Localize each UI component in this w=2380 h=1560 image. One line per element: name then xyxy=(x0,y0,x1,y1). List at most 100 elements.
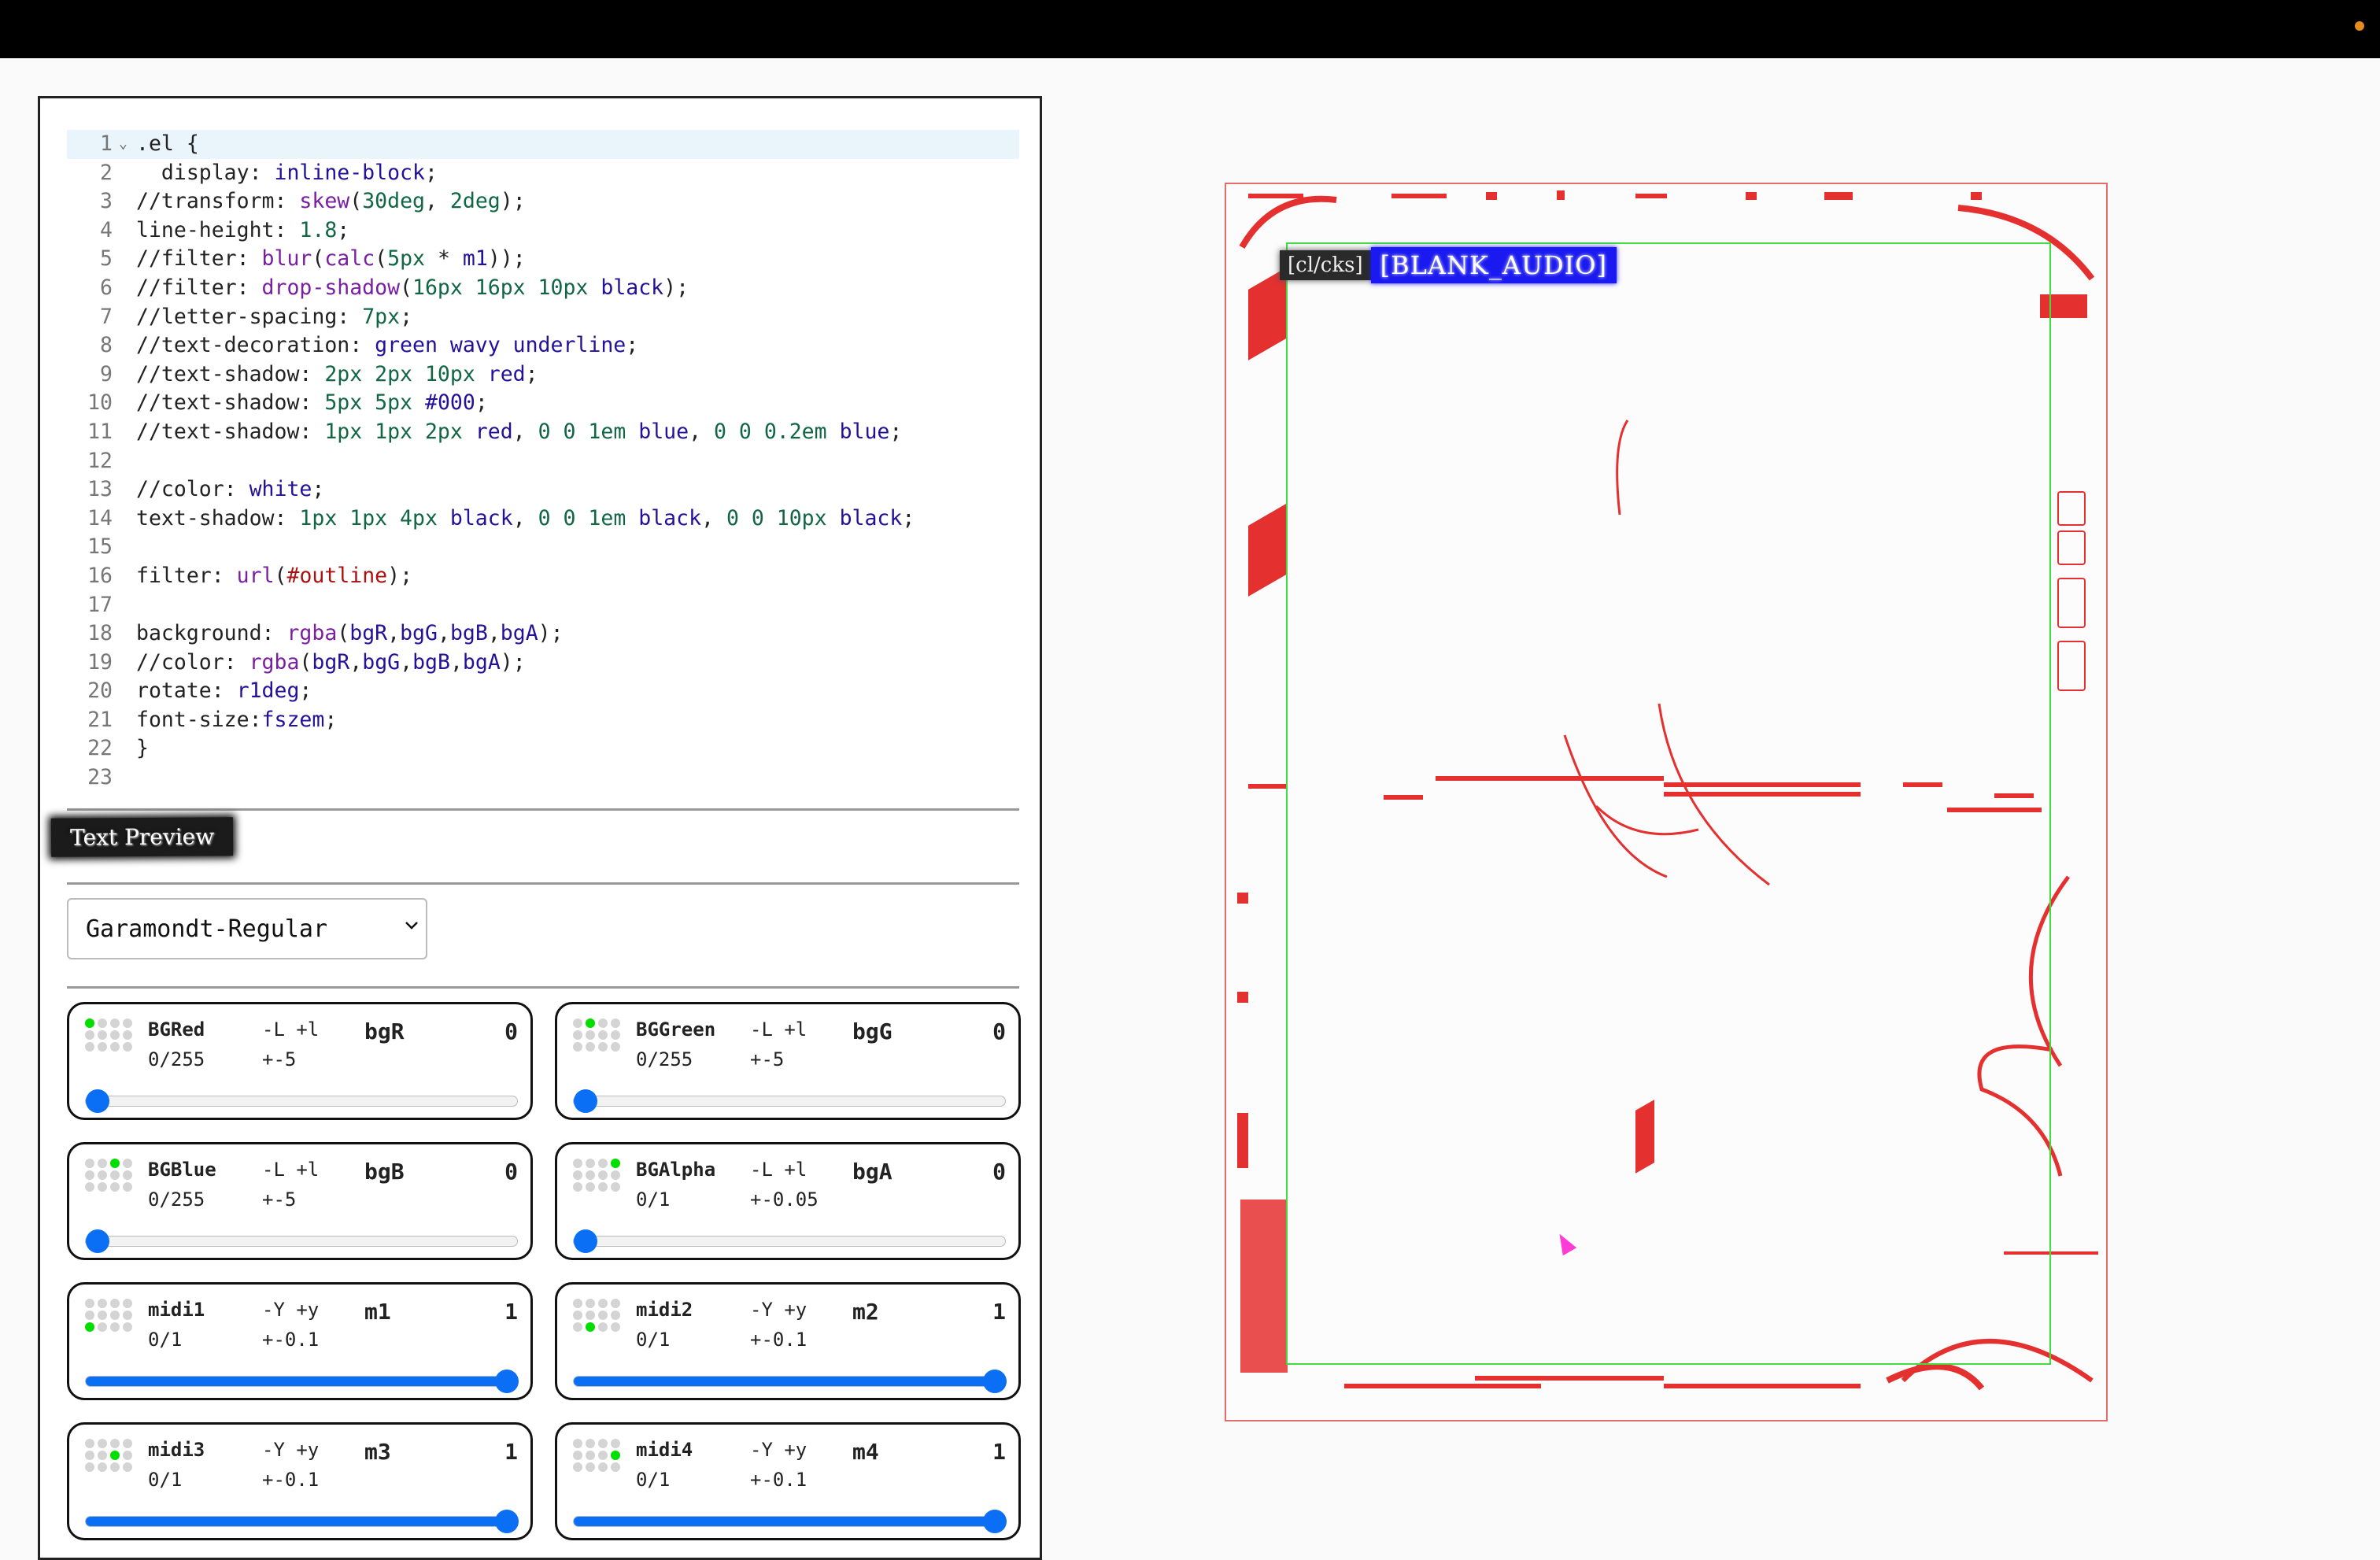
control-variable: m4 xyxy=(852,1439,879,1465)
code-line: 17 xyxy=(67,591,1019,620)
line-number: 23 xyxy=(87,765,113,790)
control-name: BGAlpha xyxy=(636,1159,716,1181)
code-token: ( xyxy=(349,189,363,214)
control-range: 0/1 xyxy=(148,1469,183,1491)
preview-canvas[interactable]: [cl/cks] [BLANK_AUDIO] xyxy=(1225,183,2108,1421)
indicator-dot xyxy=(85,1462,94,1472)
code-line: 21 font-size:fszem; xyxy=(67,706,1019,735)
line-number: 6 xyxy=(100,275,113,300)
indicator-dot xyxy=(98,1042,107,1052)
range-slider[interactable] xyxy=(85,1089,518,1113)
indicator-dot xyxy=(85,1299,94,1308)
indicator-dot xyxy=(98,1159,107,1168)
code-token: black xyxy=(839,505,903,530)
slider-thumb[interactable] xyxy=(86,1089,109,1113)
slider-thumb[interactable] xyxy=(574,1089,597,1113)
code-token: ); xyxy=(538,621,564,646)
code-token: #000 xyxy=(424,390,475,416)
range-slider[interactable] xyxy=(573,1089,1006,1113)
slider-thumb[interactable] xyxy=(86,1229,109,1253)
code-text: //text-shadow: 5px 5px #000; xyxy=(131,389,488,418)
code-line: 13 //color: white; xyxy=(67,475,1019,505)
indicator-dot xyxy=(85,1451,94,1460)
code-token: 5px 5px xyxy=(324,390,413,416)
code-line: 19//color: rgba(bgR,bgG,bgB,bgA); xyxy=(67,649,1019,678)
caption-left: [cl/cks] xyxy=(1280,250,1371,280)
range-slider[interactable] xyxy=(85,1229,518,1253)
code-token: ; xyxy=(525,361,538,386)
indicator-dot xyxy=(573,1170,582,1180)
code-token: * xyxy=(425,246,463,272)
slider-fill xyxy=(86,1377,507,1386)
code-token: , xyxy=(425,189,450,214)
range-slider[interactable] xyxy=(85,1510,519,1533)
indicator-dot xyxy=(598,1159,608,1168)
control-name: midi1 xyxy=(148,1299,205,1321)
range-slider[interactable] xyxy=(85,1370,519,1393)
line-number: 18 xyxy=(87,621,113,646)
code-token: 7px xyxy=(362,304,401,329)
slider-thumb[interactable] xyxy=(983,1510,1007,1533)
fold-gutter xyxy=(119,447,131,476)
control-name: midi2 xyxy=(636,1299,693,1321)
code-text: //text-shadow: 2px 2px 10px red; xyxy=(131,360,538,390)
fold-gutter xyxy=(119,533,131,562)
code-token: } xyxy=(136,736,149,761)
indicator-dot xyxy=(611,1451,620,1460)
control-variable: m2 xyxy=(852,1299,879,1325)
slider-thumb[interactable] xyxy=(574,1229,597,1253)
code-text: //color: rgba(bgR,bgG,bgB,bgA); xyxy=(131,649,526,678)
fold-chevron-icon[interactable]: ⌄ xyxy=(119,130,131,159)
fold-gutter xyxy=(119,591,131,620)
indicator-dot xyxy=(98,1322,107,1332)
code-token: ( xyxy=(400,275,413,300)
code-token: , xyxy=(487,621,501,646)
code-token: bgG xyxy=(400,621,438,646)
control-keys: -L +l xyxy=(750,1018,808,1041)
code-line: 18 background: rgba(bgR,bgG,bgB,bgA); xyxy=(67,619,1019,649)
slider-fill xyxy=(574,1517,995,1526)
slider-thumb[interactable] xyxy=(495,1370,519,1393)
control-step: +-0.1 xyxy=(262,1329,320,1351)
fold-gutter xyxy=(119,245,131,274)
font-select[interactable]: Garamondt-Regular xyxy=(67,898,427,959)
code-token: bgG xyxy=(362,649,401,675)
fold-gutter xyxy=(119,418,131,447)
top-bar xyxy=(0,0,2380,58)
code-text: //transform: skew(30deg, 2deg); xyxy=(131,187,526,216)
code-text: //letter-spacing: 7px; xyxy=(131,303,412,332)
control-name: midi3 xyxy=(148,1439,205,1461)
range-slider[interactable] xyxy=(573,1229,1006,1253)
code-text: text-shadow: 1px 1px 4px black, 0 0 1em … xyxy=(131,505,915,534)
code-token: 0 0 0.2em xyxy=(714,419,827,444)
indicator-dot xyxy=(123,1170,132,1180)
indicator-dot xyxy=(573,1159,582,1168)
indicator-dot xyxy=(611,1462,620,1472)
code-line: 4 line-height: 1.8; xyxy=(67,216,1019,246)
fold-gutter xyxy=(119,389,131,418)
code-token: //text-shadow: xyxy=(136,390,325,416)
code-line: 8 //text-decoration: green wavy underline… xyxy=(67,331,1019,360)
code-token: 2px 2px 10px xyxy=(324,361,475,386)
slider-thumb[interactable] xyxy=(495,1510,519,1533)
code-editor[interactable]: 1 ⌄ .el {2 display: inline-block; 3//transf… xyxy=(67,130,1019,793)
range-slider[interactable] xyxy=(573,1370,1007,1393)
code-token: ; xyxy=(889,419,903,444)
slider-thumb[interactable] xyxy=(983,1370,1007,1393)
captions-overlay: [cl/cks] [BLANK_AUDIO] xyxy=(1280,247,1617,283)
code-token: //text-decoration: xyxy=(136,333,375,358)
code-token: 2deg xyxy=(449,189,501,214)
code-token: ; xyxy=(475,390,488,416)
control-step: +-0.05 xyxy=(750,1188,819,1211)
line-number: 5 xyxy=(100,246,113,272)
line-number: 17 xyxy=(87,592,113,617)
range-slider[interactable] xyxy=(573,1510,1007,1533)
control-range: 0/1 xyxy=(148,1329,183,1351)
indicator-dot xyxy=(98,1451,107,1460)
